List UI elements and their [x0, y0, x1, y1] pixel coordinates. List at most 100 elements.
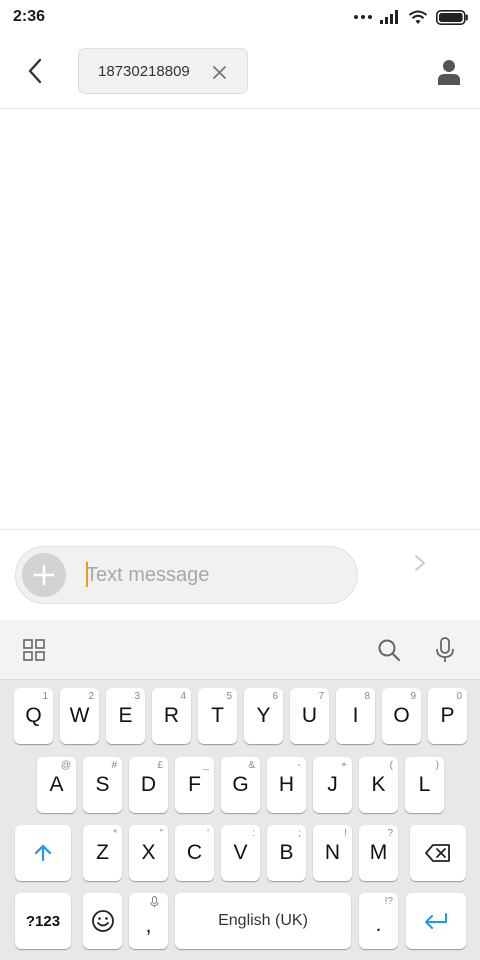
space-key[interactable]: English (UK) [175, 893, 351, 949]
backspace-icon [425, 844, 450, 862]
key-k-hint: ( [389, 760, 393, 771]
keyboard-toolbar [0, 620, 480, 680]
enter-icon [425, 913, 447, 929]
key-n[interactable]: ! N [313, 825, 352, 881]
key-g[interactable]: & G [221, 757, 260, 813]
key-n-label: N [324, 841, 341, 864]
conversation-area [0, 110, 480, 528]
grid-icon [23, 639, 45, 661]
key-l[interactable]: ) L [405, 757, 444, 813]
key-o[interactable]: 9O [382, 688, 421, 744]
key-q-hint: 1 [42, 691, 48, 702]
key-s[interactable]: # S [83, 757, 122, 813]
key-j[interactable]: + J [313, 757, 352, 813]
key-z-hint: * [113, 828, 117, 839]
key-t-hint: 5 [226, 691, 232, 702]
key-d-label: D [140, 773, 157, 796]
key-v[interactable]: :V [221, 825, 260, 881]
plus-icon [33, 564, 55, 586]
key-d[interactable]: £ D [129, 757, 168, 813]
backspace-key[interactable] [410, 825, 466, 881]
key-b[interactable]: ; B [267, 825, 306, 881]
comma-key-label: , [145, 914, 152, 937]
key-r[interactable]: 4R [152, 688, 191, 744]
key-i[interactable]: 8I [336, 688, 375, 744]
shift-arrow-icon [34, 844, 52, 862]
shift-key[interactable] [15, 825, 71, 881]
key-b-label: B [279, 841, 294, 864]
key-p[interactable]: 0P [428, 688, 467, 744]
status-time: 2:36 [13, 8, 46, 25]
battery-icon [436, 9, 468, 25]
key-k[interactable]: (K [359, 757, 398, 813]
key-w-label: W [69, 704, 90, 727]
contact-button[interactable] [434, 56, 464, 88]
key-o-label: O [393, 704, 410, 727]
comma-mic-hint-icon [150, 896, 159, 911]
keyboard-search-button[interactable] [373, 634, 405, 666]
key-g-label: G [232, 773, 249, 796]
key-r-label: R [163, 704, 180, 727]
key-q[interactable]: 1Q [14, 688, 53, 744]
key-i-label: I [352, 704, 359, 727]
key-d-hint: £ [157, 760, 163, 771]
key-y[interactable]: 6Y [244, 688, 283, 744]
comma-key[interactable]: , [129, 893, 168, 949]
key-f-label: F [188, 773, 201, 796]
key-j-label: J [327, 773, 338, 796]
key-f[interactable]: _ F [175, 757, 214, 813]
key-y-hint: 6 [272, 691, 278, 702]
key-x-label: X [141, 841, 156, 864]
key-f-hint: _ [203, 760, 209, 771]
grid-button[interactable] [18, 634, 50, 666]
recipient-number: 18730218809 [98, 62, 190, 80]
key-t-label: T [211, 704, 224, 727]
person-icon [438, 60, 460, 85]
enter-key[interactable] [406, 893, 466, 949]
back-button[interactable] [18, 54, 52, 88]
back-chevron-icon [28, 58, 42, 84]
attach-button[interactable] [22, 553, 66, 597]
key-z[interactable]: * Z [83, 825, 122, 881]
key-v-label: V [233, 841, 248, 864]
send-button[interactable] [404, 548, 436, 578]
key-n-hint: ! [344, 828, 347, 839]
search-icon [378, 639, 401, 662]
key-x[interactable]: " X [129, 825, 168, 881]
key-h-hint: - [297, 760, 301, 771]
key-a-hint: @ [60, 760, 71, 771]
key-m-hint: ? [387, 828, 393, 839]
key-l-label: L [418, 773, 431, 796]
period-key[interactable]: !? . [359, 893, 398, 949]
message-input[interactable] [86, 561, 336, 589]
message-field-container [15, 546, 358, 604]
key-p-hint: 0 [456, 691, 462, 702]
key-e[interactable]: 3E [106, 688, 145, 744]
voice-input-button[interactable] [429, 634, 461, 666]
key-y-label: Y [256, 704, 271, 727]
status-icons [354, 8, 468, 26]
emoji-key[interactable] [83, 893, 122, 949]
symbols-key[interactable]: ?123 [15, 893, 71, 949]
recipient-chip[interactable]: 18730218809 [78, 48, 248, 94]
space-key-label: English (UK) [218, 912, 308, 929]
key-c[interactable]: ' C [175, 825, 214, 881]
signal-icon [380, 10, 398, 24]
key-h[interactable]: -H [267, 757, 306, 813]
key-m-label: M [369, 841, 388, 864]
key-r-hint: 4 [180, 691, 186, 702]
key-b-hint: ; [298, 828, 301, 839]
key-j-hint: + [341, 760, 347, 771]
remove-recipient-button[interactable] [209, 62, 229, 82]
key-g-hint: & [248, 760, 255, 771]
key-u[interactable]: 7U [290, 688, 329, 744]
key-m[interactable]: ? M [359, 825, 398, 881]
key-t[interactable]: 5T [198, 688, 237, 744]
key-s-label: S [95, 773, 110, 796]
key-a[interactable]: @ A [37, 757, 76, 813]
key-e-label: E [118, 704, 133, 727]
key-s-hint: # [111, 760, 117, 771]
key-w[interactable]: 2W [60, 688, 99, 744]
key-p-label: P [440, 704, 455, 727]
key-u-hint: 7 [318, 691, 324, 702]
